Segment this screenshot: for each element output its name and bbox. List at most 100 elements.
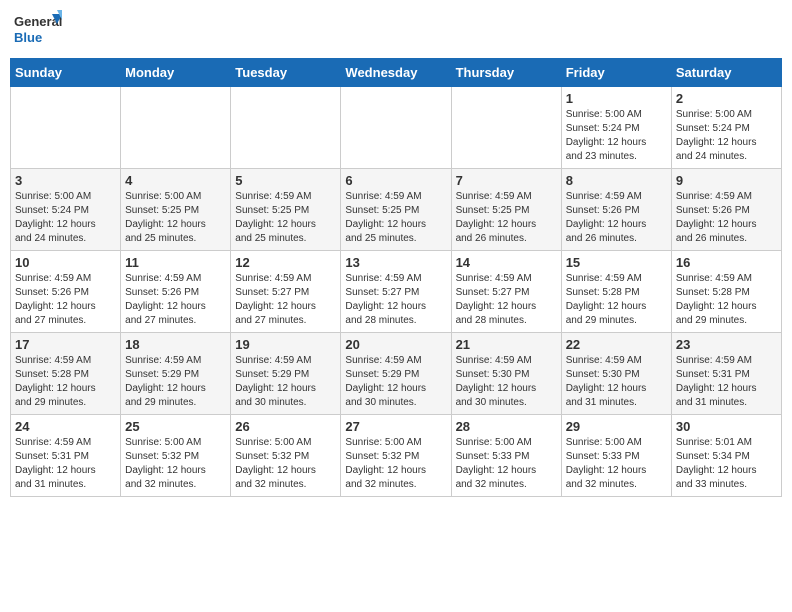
calendar-week-row: 3 Sunrise: 5:00 AM Sunset: 5:24 PM Daylig… <box>11 169 782 251</box>
day-number: 6 <box>345 173 446 188</box>
day-info: Sunrise: 4:59 AM Sunset: 5:25 PM Dayligh… <box>345 190 446 246</box>
calendar-cell <box>11 87 121 169</box>
weekday-header-friday: Friday <box>561 59 671 87</box>
day-number: 30 <box>676 419 777 434</box>
day-number: 23 <box>676 337 777 352</box>
day-info: Sunrise: 4:59 AM Sunset: 5:26 PM Dayligh… <box>15 272 116 328</box>
calendar-cell: 3 Sunrise: 5:00 AM Sunset: 5:24 PM Daylig… <box>11 169 121 251</box>
calendar-cell: 24Sunrise: 4:59 AM Sunset: 5:31 PM Dayli… <box>11 415 121 497</box>
day-number: 2 <box>676 91 777 106</box>
calendar-cell: 23 Sunrise: 4:59 AM Sunset: 5:31 PM Dayli… <box>671 333 781 415</box>
weekday-header-monday: Monday <box>121 59 231 87</box>
day-number: 28 <box>456 419 557 434</box>
day-number: 5 <box>235 173 336 188</box>
weekday-header-thursday: Thursday <box>451 59 561 87</box>
page-header: GeneralBlue <box>10 10 782 50</box>
calendar-cell: 5Sunrise: 4:59 AM Sunset: 5:25 PM Daylig… <box>231 169 341 251</box>
calendar-cell: 7 Sunrise: 4:59 AM Sunset: 5:25 PM Daylig… <box>451 169 561 251</box>
day-info: Sunrise: 4:59 AM Sunset: 5:26 PM Dayligh… <box>566 190 667 246</box>
calendar-cell: 10 Sunrise: 4:59 AM Sunset: 5:26 PM Dayli… <box>11 251 121 333</box>
calendar-cell: 1 Sunrise: 5:00 AM Sunset: 5:24 PM Daylig… <box>561 87 671 169</box>
day-number: 26 <box>235 419 336 434</box>
day-number: 22 <box>566 337 667 352</box>
calendar-cell: 29 Sunrise: 5:00 AM Sunset: 5:33 PM Dayli… <box>561 415 671 497</box>
day-info: Sunrise: 4:59 AM Sunset: 5:26 PM Dayligh… <box>125 272 226 328</box>
day-number: 3 <box>15 173 116 188</box>
logo: GeneralBlue <box>14 10 64 50</box>
weekday-header-row: SundayMondayTuesdayWednesdayThursdayFrid… <box>11 59 782 87</box>
day-info: Sunrise: 4:59 AM Sunset: 5:31 PM Dayligh… <box>676 354 777 410</box>
day-number: 18 <box>125 337 226 352</box>
day-number: 21 <box>456 337 557 352</box>
calendar-cell <box>121 87 231 169</box>
weekday-header-wednesday: Wednesday <box>341 59 451 87</box>
calendar-cell: 20Sunrise: 4:59 AM Sunset: 5:29 PM Dayli… <box>341 333 451 415</box>
calendar-cell: 6 Sunrise: 4:59 AM Sunset: 5:25 PM Daylig… <box>341 169 451 251</box>
day-info: Sunrise: 4:59 AM Sunset: 5:29 PM Dayligh… <box>235 354 336 410</box>
svg-text:Blue: Blue <box>14 30 42 45</box>
day-number: 16 <box>676 255 777 270</box>
calendar-cell: 4 Sunrise: 5:00 AM Sunset: 5:25 PM Daylig… <box>121 169 231 251</box>
day-info: Sunrise: 4:59 AM Sunset: 5:27 PM Dayligh… <box>235 272 336 328</box>
calendar-cell: 19Sunrise: 4:59 AM Sunset: 5:29 PM Dayli… <box>231 333 341 415</box>
calendar-cell: 8 Sunrise: 4:59 AM Sunset: 5:26 PM Daylig… <box>561 169 671 251</box>
day-info: Sunrise: 5:00 AM Sunset: 5:32 PM Dayligh… <box>235 436 336 492</box>
day-info: Sunrise: 5:00 AM Sunset: 5:24 PM Dayligh… <box>15 190 116 246</box>
day-info: Sunrise: 4:59 AM Sunset: 5:30 PM Dayligh… <box>566 354 667 410</box>
day-number: 4 <box>125 173 226 188</box>
calendar-cell: 17 Sunrise: 4:59 AM Sunset: 5:28 PM Dayli… <box>11 333 121 415</box>
calendar-cell: 14 Sunrise: 4:59 AM Sunset: 5:27 PM Dayli… <box>451 251 561 333</box>
day-info: Sunrise: 5:00 AM Sunset: 5:32 PM Dayligh… <box>125 436 226 492</box>
day-number: 8 <box>566 173 667 188</box>
calendar-cell: 18 Sunrise: 4:59 AM Sunset: 5:29 PM Dayli… <box>121 333 231 415</box>
day-number: 17 <box>15 337 116 352</box>
day-info: Sunrise: 5:00 AM Sunset: 5:32 PM Dayligh… <box>345 436 446 492</box>
calendar-cell: 25 Sunrise: 5:00 AM Sunset: 5:32 PM Dayli… <box>121 415 231 497</box>
calendar-cell: 15 Sunrise: 4:59 AM Sunset: 5:28 PM Dayli… <box>561 251 671 333</box>
calendar-table: SundayMondayTuesdayWednesdayThursdayFrid… <box>10 58 782 497</box>
day-info: Sunrise: 4:59 AM Sunset: 5:27 PM Dayligh… <box>345 272 446 328</box>
calendar-cell: 30 Sunrise: 5:01 AM Sunset: 5:34 PM Dayli… <box>671 415 781 497</box>
day-info: Sunrise: 5:01 AM Sunset: 5:34 PM Dayligh… <box>676 436 777 492</box>
day-info: Sunrise: 4:59 AM Sunset: 5:27 PM Dayligh… <box>456 272 557 328</box>
day-number: 14 <box>456 255 557 270</box>
calendar-week-row: 10 Sunrise: 4:59 AM Sunset: 5:26 PM Dayli… <box>11 251 782 333</box>
calendar-cell: 28 Sunrise: 5:00 AM Sunset: 5:33 PM Dayli… <box>451 415 561 497</box>
calendar-cell: 22 Sunrise: 4:59 AM Sunset: 5:30 PM Dayli… <box>561 333 671 415</box>
day-number: 10 <box>15 255 116 270</box>
day-info: Sunrise: 4:59 AM Sunset: 5:28 PM Dayligh… <box>566 272 667 328</box>
day-number: 20 <box>345 337 446 352</box>
calendar-cell <box>451 87 561 169</box>
day-number: 29 <box>566 419 667 434</box>
calendar-cell: 11 Sunrise: 4:59 AM Sunset: 5:26 PM Dayli… <box>121 251 231 333</box>
calendar-cell: 2 Sunrise: 5:00 AM Sunset: 5:24 PM Daylig… <box>671 87 781 169</box>
day-info: Sunrise: 4:59 AM Sunset: 5:25 PM Dayligh… <box>456 190 557 246</box>
day-info: Sunrise: 5:00 AM Sunset: 5:33 PM Dayligh… <box>456 436 557 492</box>
day-info: Sunrise: 4:59 AM Sunset: 5:28 PM Dayligh… <box>15 354 116 410</box>
day-info: Sunrise: 5:00 AM Sunset: 5:24 PM Dayligh… <box>676 108 777 164</box>
day-number: 15 <box>566 255 667 270</box>
weekday-header-tuesday: Tuesday <box>231 59 341 87</box>
day-info: Sunrise: 4:59 AM Sunset: 5:29 PM Dayligh… <box>125 354 226 410</box>
day-number: 7 <box>456 173 557 188</box>
day-number: 13 <box>345 255 446 270</box>
calendar-cell: 26 Sunrise: 5:00 AM Sunset: 5:32 PM Dayli… <box>231 415 341 497</box>
calendar-cell: 9 Sunrise: 4:59 AM Sunset: 5:26 PM Daylig… <box>671 169 781 251</box>
day-number: 25 <box>125 419 226 434</box>
day-number: 11 <box>125 255 226 270</box>
calendar-cell: 12Sunrise: 4:59 AM Sunset: 5:27 PM Dayli… <box>231 251 341 333</box>
day-info: Sunrise: 4:59 AM Sunset: 5:26 PM Dayligh… <box>676 190 777 246</box>
weekday-header-saturday: Saturday <box>671 59 781 87</box>
day-info: Sunrise: 4:59 AM Sunset: 5:30 PM Dayligh… <box>456 354 557 410</box>
calendar-cell: 27 Sunrise: 5:00 AM Sunset: 5:32 PM Dayli… <box>341 415 451 497</box>
day-number: 1 <box>566 91 667 106</box>
calendar-week-row: 24Sunrise: 4:59 AM Sunset: 5:31 PM Dayli… <box>11 415 782 497</box>
day-info: Sunrise: 5:00 AM Sunset: 5:33 PM Dayligh… <box>566 436 667 492</box>
day-number: 27 <box>345 419 446 434</box>
calendar-week-row: 17 Sunrise: 4:59 AM Sunset: 5:28 PM Dayli… <box>11 333 782 415</box>
day-info: Sunrise: 5:00 AM Sunset: 5:24 PM Dayligh… <box>566 108 667 164</box>
day-info: Sunrise: 4:59 AM Sunset: 5:28 PM Dayligh… <box>676 272 777 328</box>
day-info: Sunrise: 5:00 AM Sunset: 5:25 PM Dayligh… <box>125 190 226 246</box>
weekday-header-sunday: Sunday <box>11 59 121 87</box>
day-number: 9 <box>676 173 777 188</box>
